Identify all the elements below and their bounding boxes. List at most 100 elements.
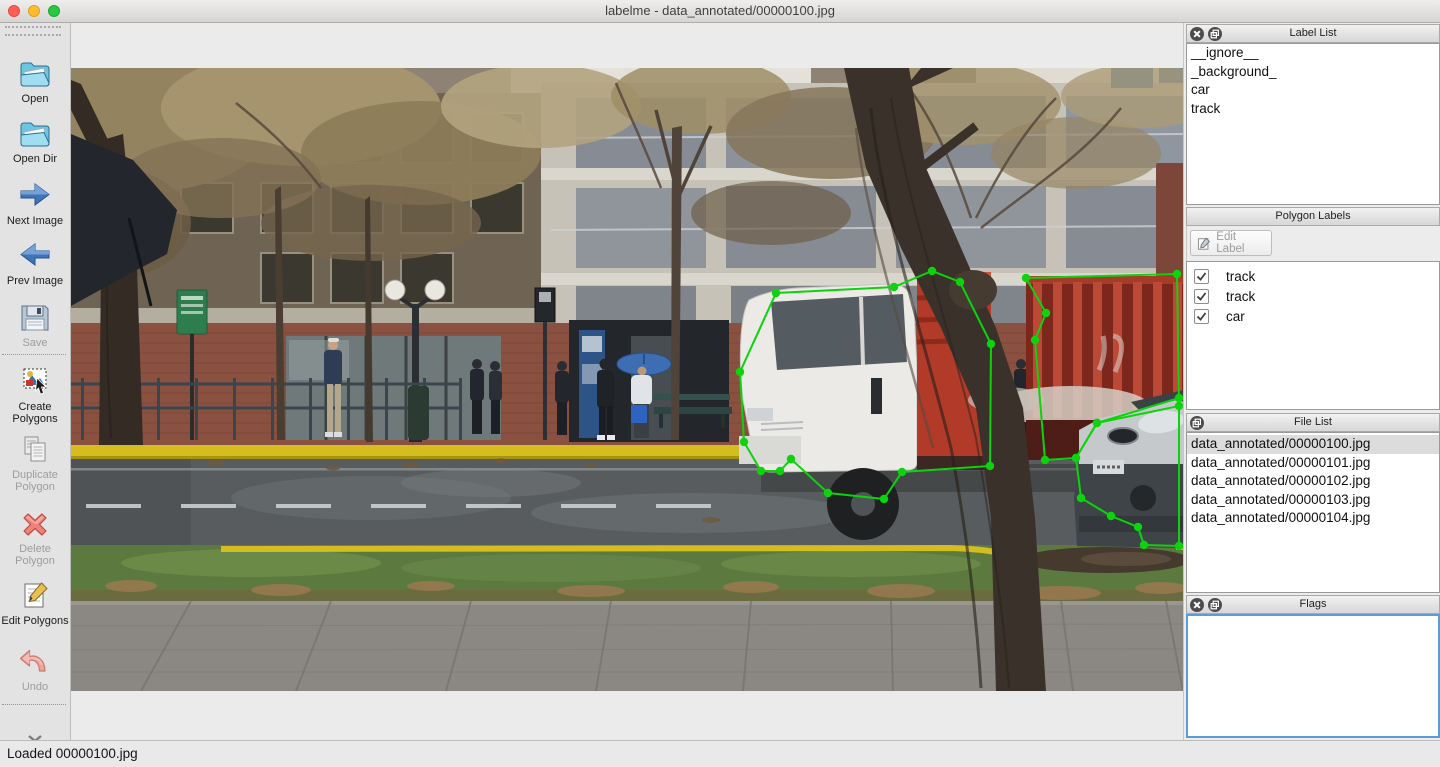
zoom-window-button[interactable] xyxy=(48,5,60,17)
flags-float-button[interactable] xyxy=(1208,598,1222,612)
file-list-item[interactable]: data_annotated/00000104.jpg xyxy=(1187,509,1439,528)
toolbar-drag-handle[interactable] xyxy=(5,26,61,36)
create-polygons-button-label: Create Polygons xyxy=(0,401,70,425)
tools-toolbar: Open Open Dir Next Image Prev Image xyxy=(0,23,71,740)
annotation-polygon-track[interactable] xyxy=(740,271,991,499)
polygon-label-text: car xyxy=(1226,309,1245,324)
polygon-vertex[interactable] xyxy=(1031,336,1039,344)
open-button[interactable]: Open xyxy=(0,57,70,105)
next-image-button[interactable]: Next Image xyxy=(0,179,70,227)
create-polygons-icon xyxy=(0,365,70,401)
edit-polygons-button[interactable]: Edit Polygons xyxy=(0,579,70,627)
label-list-header[interactable]: Label List xyxy=(1186,24,1440,43)
polygon-vertex[interactable] xyxy=(1175,542,1183,550)
edit-polygons-button-label: Edit Polygons xyxy=(0,615,70,627)
polygon-vertex[interactable] xyxy=(757,467,765,475)
flags-close-button[interactable] xyxy=(1190,598,1204,612)
edit-label-button[interactable]: Edit Label xyxy=(1190,230,1272,256)
checkbox-checked[interactable] xyxy=(1194,289,1209,304)
labelme-window: { "window": { "title": "labelme - data_a… xyxy=(0,0,1440,767)
polygon-label-row[interactable]: track xyxy=(1187,266,1439,286)
polygon-vertex[interactable] xyxy=(1093,419,1101,427)
polygon-vertex[interactable] xyxy=(956,278,964,286)
file-list-item[interactable]: data_annotated/00000101.jpg xyxy=(1187,454,1439,473)
file-list-float-button[interactable] xyxy=(1190,416,1204,430)
polygon-vertex[interactable] xyxy=(880,495,888,503)
polygon-vertex[interactable] xyxy=(1041,456,1049,464)
polygon-label-row[interactable]: car xyxy=(1187,306,1439,326)
label-list-item[interactable]: __ignore__ xyxy=(1187,44,1439,63)
annotation-polygon-car[interactable] xyxy=(1076,398,1179,546)
polygon-vertex[interactable] xyxy=(928,267,936,275)
polygon-vertex[interactable] xyxy=(787,455,795,463)
label-list-close-button[interactable] xyxy=(1190,27,1204,41)
save-button[interactable]: Save xyxy=(0,301,70,349)
polygon-vertex[interactable] xyxy=(1107,512,1115,520)
window-title: labelme - data_annotated/00000100.jpg xyxy=(0,0,1440,22)
label-list-title: Label List xyxy=(1187,25,1439,42)
floppy-save-icon xyxy=(0,301,70,337)
file-list-item-selected[interactable]: data_annotated/00000100.jpg xyxy=(1187,435,1439,454)
polygon-labels-header[interactable]: Polygon Labels xyxy=(1186,207,1440,226)
file-list-item[interactable]: data_annotated/00000103.jpg xyxy=(1187,491,1439,510)
annotation-layer[interactable] xyxy=(71,68,1184,691)
polygon-vertex[interactable] xyxy=(776,467,784,475)
polygon-vertex[interactable] xyxy=(772,289,780,297)
polygon-vertex[interactable] xyxy=(740,438,748,446)
delete-polygon-button[interactable]: Delete Polygon xyxy=(0,507,70,567)
flags-header[interactable]: Flags xyxy=(1186,595,1440,614)
file-list-item[interactable]: data_annotated/00000102.jpg xyxy=(1187,472,1439,491)
file-list-title: File List xyxy=(1187,414,1439,431)
polygon-label-row[interactable]: track xyxy=(1187,286,1439,306)
polygon-labels-title: Polygon Labels xyxy=(1187,208,1439,225)
minimize-window-button[interactable] xyxy=(28,5,40,17)
undo-button[interactable]: Undo xyxy=(0,645,70,693)
polygon-vertex[interactable] xyxy=(986,462,994,470)
float-panel-icon xyxy=(1190,416,1204,430)
next-image-button-label: Next Image xyxy=(0,215,70,227)
save-button-label: Save xyxy=(0,337,70,349)
annotation-polygon-track[interactable] xyxy=(1026,274,1179,460)
polygon-vertex[interactable] xyxy=(1140,541,1148,549)
label-list[interactable]: __ignore__ _background_ car track xyxy=(1186,43,1440,205)
file-list-header[interactable]: File List xyxy=(1186,413,1440,432)
polygon-labels-list[interactable]: track track car xyxy=(1186,261,1440,410)
float-panel-icon xyxy=(1208,598,1222,612)
close-icon xyxy=(1190,27,1204,41)
edit-pencil-icon xyxy=(0,579,70,615)
prev-image-button[interactable]: Prev Image xyxy=(0,239,70,287)
polygon-vertex[interactable] xyxy=(898,468,906,476)
label-list-item[interactable]: track xyxy=(1187,100,1439,119)
duplicate-copy-icon xyxy=(0,433,70,469)
create-polygons-button[interactable]: Create Polygons xyxy=(0,365,70,425)
polygon-vertex[interactable] xyxy=(987,340,995,348)
arrow-right-icon xyxy=(0,179,70,215)
label-list-item[interactable]: car xyxy=(1187,81,1439,100)
open-button-label: Open xyxy=(0,93,70,105)
checkbox-checked[interactable] xyxy=(1194,269,1209,284)
open-dir-button[interactable]: Open Dir xyxy=(0,117,70,165)
file-list[interactable]: data_annotated/00000100.jpg data_annotat… xyxy=(1186,432,1440,593)
polygon-vertex[interactable] xyxy=(1134,523,1142,531)
polygon-vertex[interactable] xyxy=(824,489,832,497)
image-canvas[interactable] xyxy=(71,23,1183,740)
flags-list[interactable] xyxy=(1186,614,1440,738)
polygon-vertex[interactable] xyxy=(736,368,744,376)
checkbox-checked[interactable] xyxy=(1194,309,1209,324)
title-bar: labelme - data_annotated/00000100.jpg xyxy=(0,0,1440,23)
label-list-item[interactable]: _background_ xyxy=(1187,63,1439,82)
polygon-vertex[interactable] xyxy=(1173,270,1181,278)
polygon-vertex[interactable] xyxy=(1042,309,1050,317)
toolbar-separator xyxy=(2,354,66,355)
polygon-vertex[interactable] xyxy=(1022,274,1030,282)
duplicate-polygon-button[interactable]: Duplicate Polygon xyxy=(0,433,70,493)
float-panel-icon xyxy=(1208,27,1222,41)
photo-area[interactable] xyxy=(71,68,1183,691)
label-list-float-button[interactable] xyxy=(1208,27,1222,41)
polygon-vertex[interactable] xyxy=(1175,394,1183,402)
polygon-vertex[interactable] xyxy=(890,283,898,291)
polygon-vertex[interactable] xyxy=(1072,454,1080,462)
close-window-button[interactable] xyxy=(8,5,20,17)
polygon-vertex[interactable] xyxy=(1077,494,1085,502)
polygon-label-text: track xyxy=(1226,269,1255,284)
